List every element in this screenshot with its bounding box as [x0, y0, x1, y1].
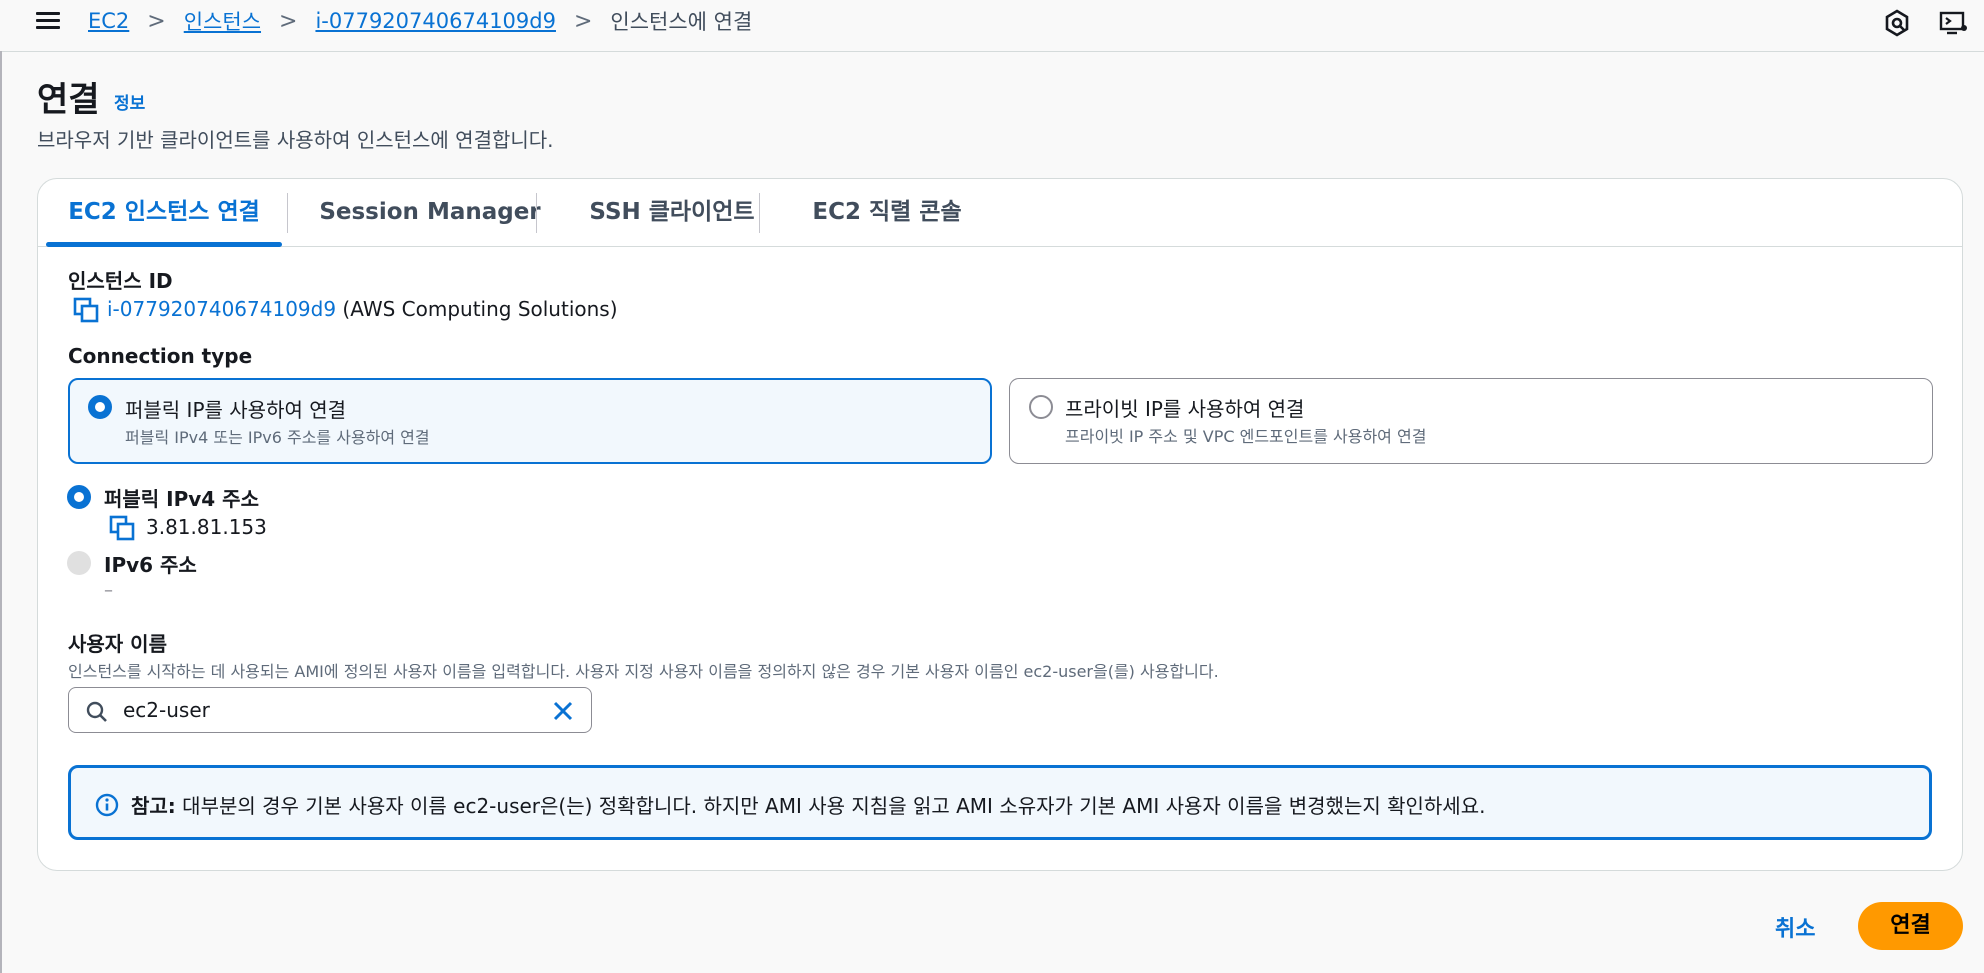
public-ip-desc: 퍼블릭 IPv4 또는 IPv6 주소를 사용하여 연결 [125, 428, 430, 447]
info-icon [95, 793, 119, 817]
public-ip-radio[interactable] [88, 395, 112, 419]
username-label: 사용자 이름 [68, 632, 167, 656]
copy-icon[interactable] [72, 296, 100, 324]
tab-divider [287, 193, 288, 233]
public-ip-option[interactable]: 퍼블릭 IP를 사용하여 연결 퍼블릭 IPv4 또는 IPv6 주소를 사용하… [68, 378, 992, 464]
connect-button[interactable]: 연결 [1858, 902, 1963, 950]
top-navigation-bar: EC2 > 인스턴스 > i-077920740674109d9 > 인스턴스에… [0, 0, 1984, 52]
ipv6-radio[interactable] [67, 551, 91, 575]
notifications-hexagon-icon[interactable] [1882, 8, 1912, 38]
public-ip-title: 퍼블릭 IP를 사용하여 연결 [125, 398, 347, 422]
private-ip-title: 프라이빗 IP를 사용하여 연결 [1065, 397, 1305, 421]
info-alert: 참고: 대부분의 경우 기본 사용자 이름 ec2-user은(는) 정확합니다… [68, 765, 1932, 840]
breadcrumb-separator: > [573, 8, 593, 34]
breadcrumb-instance-id[interactable]: i-077920740674109d9 [315, 9, 556, 33]
username-description: 인스턴스를 시작하는 데 사용되는 AMI에 정의된 사용자 이름을 입력합니다… [68, 662, 1219, 681]
instance-id-value[interactable]: i-077920740674109d9 [107, 297, 336, 321]
username-value[interactable]: ec2-user [123, 698, 210, 722]
breadcrumb-ec2[interactable]: EC2 [88, 9, 129, 33]
tab-ssh-client[interactable]: SSH 클라이언트 [552, 179, 792, 246]
tab-divider [759, 193, 760, 233]
menu-icon[interactable] [36, 8, 60, 30]
instance-owner: (AWS Computing Solutions) [342, 297, 618, 321]
instance-id-label: 인스턴스 ID [68, 269, 173, 293]
instance-id-row: i-077920740674109d9 (AWS Computing Solut… [107, 297, 618, 321]
connection-type-label: Connection type [68, 344, 253, 368]
ipv4-label: 퍼블릭 IPv4 주소 [104, 487, 259, 511]
alert-text: 참고: 대부분의 경우 기본 사용자 이름 ec2-user은(는) 정확합니다… [131, 790, 1485, 819]
breadcrumb-separator: > [279, 8, 298, 34]
alert-message: 대부분의 경우 기본 사용자 이름 ec2-user은(는) 정확합니다. 하지… [182, 794, 1486, 818]
ipv4-value: 3.81.81.153 [146, 515, 267, 539]
search-icon [86, 701, 107, 722]
username-input[interactable]: ec2-user [68, 687, 592, 733]
tab-session-manager[interactable]: Session Manager [300, 179, 560, 246]
cloudshell-icon[interactable] [1938, 8, 1968, 38]
breadcrumb-instances[interactable]: 인스턴스 [184, 6, 261, 36]
left-border [0, 51, 2, 973]
info-link[interactable]: 정보 [114, 89, 145, 114]
copy-icon[interactable] [108, 514, 136, 542]
tab-divider [536, 193, 537, 233]
breadcrumb: EC2 > 인스턴스 > i-077920740674109d9 > 인스턴스에… [88, 6, 752, 36]
breadcrumb-current: 인스턴스에 연결 [610, 10, 753, 34]
breadcrumb-separator: > [147, 8, 166, 34]
private-ip-radio[interactable] [1029, 395, 1053, 419]
tab-list: EC2 인스턴스 연결 Session Manager SSH 클라이언트 EC… [38, 179, 1962, 247]
private-ip-option[interactable]: 프라이빗 IP를 사용하여 연결 프라이빗 IP 주소 및 VPC 엔드포인트를… [1009, 378, 1933, 464]
tab-ec2-instance-connect[interactable]: EC2 인스턴스 연결 [42, 179, 286, 247]
cancel-button[interactable]: 취소 [1775, 911, 1815, 943]
tab-ec2-serial-console[interactable]: EC2 직렬 콘솔 [774, 179, 1000, 246]
clear-icon[interactable] [551, 699, 575, 723]
private-ip-desc: 프라이빗 IP 주소 및 VPC 엔드포인트를 사용하여 연결 [1065, 427, 1427, 446]
alert-label: 참고: [131, 794, 176, 818]
ipv6-label: IPv6 주소 [104, 553, 197, 577]
page-subtitle: 브라우저 기반 클라이언트를 사용하여 인스턴스에 연결합니다. [37, 128, 554, 152]
ipv4-radio[interactable] [67, 485, 91, 509]
page-title: 연결 [37, 80, 100, 120]
ipv6-value: – [104, 580, 113, 601]
